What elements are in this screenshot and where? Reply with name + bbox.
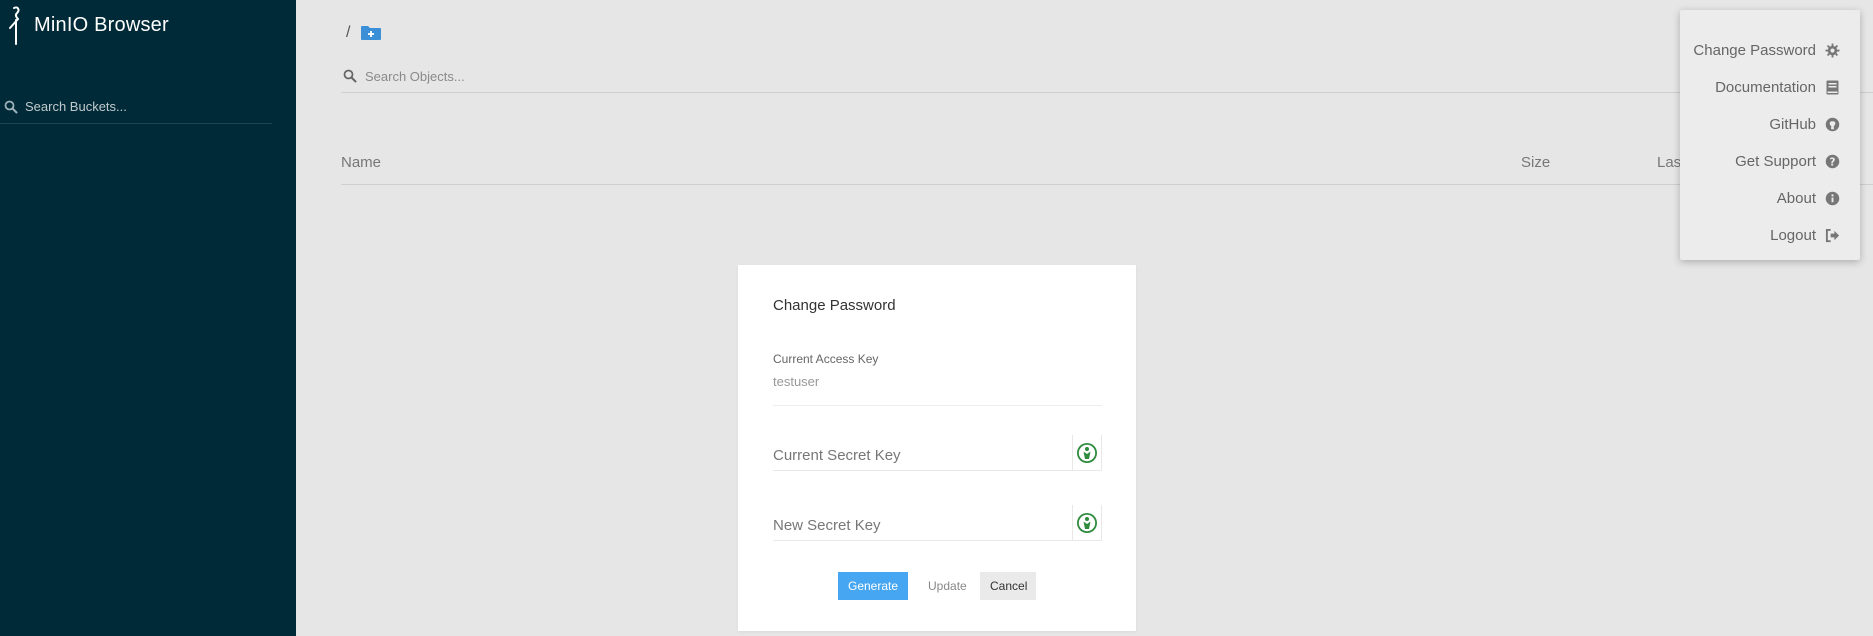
breadcrumb-root[interactable]: / — [346, 24, 350, 42]
update-button[interactable]: Update — [918, 572, 970, 600]
app-root: MinIO Browser / Name Size — [0, 0, 1873, 636]
column-header-size[interactable]: Size — [1521, 154, 1550, 171]
menu-item-label: About — [1776, 190, 1816, 207]
current-access-key-label: Current Access Key — [773, 352, 879, 366]
current-secret-key-input[interactable] — [773, 441, 1063, 469]
menu-item-label: Documentation — [1715, 79, 1816, 96]
bucket-search-input[interactable] — [25, 99, 255, 114]
menu-item-label: Logout — [1770, 227, 1816, 244]
info-circle-icon — [1824, 191, 1840, 207]
menu-item-logout[interactable]: Logout — [1680, 217, 1860, 254]
sidebar: MinIO Browser — [0, 0, 296, 636]
cancel-button[interactable]: Cancel — [980, 572, 1036, 600]
show-new-secret-toggle[interactable] — [1072, 505, 1102, 541]
menu-item-label: Change Password — [1693, 42, 1816, 59]
eye-toggle-icon — [1077, 513, 1097, 533]
show-current-secret-toggle[interactable] — [1072, 435, 1102, 471]
generate-button[interactable]: Generate — [838, 572, 908, 600]
sign-out-icon — [1824, 228, 1840, 244]
menu-item-about[interactable]: About — [1680, 180, 1860, 217]
current-secret-key-row — [773, 435, 1102, 471]
object-search — [341, 60, 1873, 93]
brand: MinIO Browser — [4, 4, 169, 46]
menu-item-change-password[interactable]: Change Password — [1680, 32, 1860, 69]
menu-item-label: GitHub — [1769, 116, 1816, 133]
new-secret-key-row — [773, 505, 1102, 541]
question-circle-icon: ? — [1824, 154, 1840, 170]
modal-title: Change Password — [773, 297, 896, 314]
column-header-last-modified[interactable]: Las — [1657, 154, 1681, 171]
modal-footer: Generate Update Cancel — [738, 572, 1136, 600]
minio-logo-icon — [9, 6, 20, 45]
book-icon — [1824, 80, 1840, 96]
bucket-search — [0, 90, 272, 124]
search-icon — [2, 98, 20, 116]
gear-icon — [1824, 43, 1840, 59]
object-search-input[interactable] — [365, 68, 865, 84]
breadcrumb: / — [346, 24, 382, 42]
settings-dropdown-menu: Change Password Documentation GitHub Get… — [1680, 10, 1860, 260]
svg-text:?: ? — [1829, 156, 1835, 168]
menu-item-get-support[interactable]: Get Support ? — [1680, 143, 1860, 180]
new-secret-key-input[interactable] — [773, 511, 1063, 539]
search-icon — [341, 67, 359, 85]
objects-table-header: Name Size Las — [341, 150, 1873, 185]
menu-item-label: Get Support — [1735, 153, 1816, 170]
menu-item-documentation[interactable]: Documentation — [1680, 69, 1860, 106]
menu-item-github[interactable]: GitHub — [1680, 106, 1860, 143]
current-access-key-value: testuser — [773, 374, 1102, 406]
eye-toggle-icon — [1077, 443, 1097, 463]
github-icon — [1824, 117, 1840, 133]
add-folder-icon[interactable] — [360, 25, 382, 41]
column-header-name[interactable]: Name — [341, 154, 381, 171]
app-title: MinIO Browser — [34, 13, 169, 36]
